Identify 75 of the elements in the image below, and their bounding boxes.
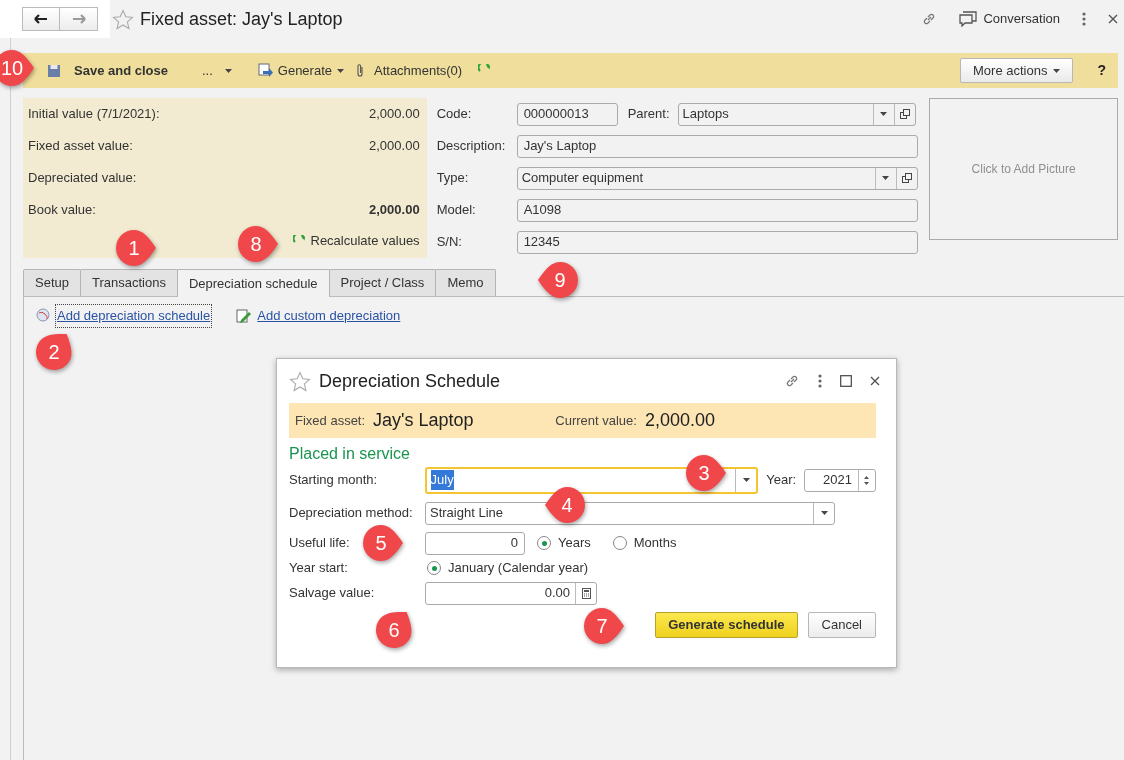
summary-value: 2,000.00 xyxy=(369,137,420,156)
field-label: Model: xyxy=(436,201,477,220)
field-label: Year start: xyxy=(289,560,348,576)
radio-option[interactable]: Years xyxy=(537,533,591,553)
field-label: Useful life: xyxy=(289,535,350,551)
field-label: Type: xyxy=(436,169,470,188)
back-button[interactable] xyxy=(22,7,60,31)
field-label: Salvage value: xyxy=(289,585,375,601)
salvage-value-field[interactable]: 0.00 xyxy=(425,581,597,605)
summary-label: Depreciated value: xyxy=(28,169,137,188)
cancel-button[interactable]: Cancel xyxy=(807,612,876,638)
back-arrow-icon xyxy=(34,14,48,24)
save-icon xyxy=(47,63,61,78)
tab[interactable]: Project / Class xyxy=(328,269,437,296)
calculator-icon xyxy=(581,587,591,599)
summary-value: 2,000.00 xyxy=(369,105,420,124)
section-heading: Placed in service xyxy=(289,444,411,464)
forward-arrow-icon xyxy=(71,14,86,24)
link-icon[interactable] xyxy=(784,373,800,389)
field-label: Starting month: xyxy=(289,472,378,488)
more-options-icon[interactable] xyxy=(1082,12,1086,26)
banner-label: Current value: xyxy=(555,411,637,430)
field-label: S/N: xyxy=(436,233,463,252)
pencil-document-icon xyxy=(236,307,253,324)
tab[interactable]: Depreciation schedule xyxy=(176,269,330,297)
paperclip-icon xyxy=(356,63,364,78)
conversation-button[interactable]: Conversation xyxy=(959,9,1060,29)
summary-label: Book value: xyxy=(28,201,96,220)
radio-option[interactable]: January (Calendar year) xyxy=(427,558,589,578)
tab[interactable]: Transactions xyxy=(80,269,178,296)
up-arrow-icon[interactable] xyxy=(864,475,870,479)
code-field[interactable]: 000000013 xyxy=(516,102,618,126)
type-field[interactable]: Computer equipment xyxy=(516,166,918,190)
field-label: Parent: xyxy=(627,105,670,124)
close-icon[interactable] xyxy=(1108,14,1118,24)
description-field[interactable]: Jay's Laptop xyxy=(516,134,918,158)
more-actions-button[interactable]: More actions xyxy=(960,58,1074,83)
year-field[interactable]: 2021 xyxy=(804,468,876,492)
star-icon[interactable] xyxy=(289,370,311,392)
field-label: Code: xyxy=(436,105,473,124)
banner-value: Jay's Laptop xyxy=(373,409,474,432)
dialog-title: Depreciation Schedule xyxy=(319,369,501,393)
generate-button[interactable]: Generate xyxy=(251,60,350,81)
tab[interactable]: Memo xyxy=(435,269,496,296)
window-title: Fixed asset: Jay's Laptop xyxy=(140,7,343,31)
useful-life-field[interactable]: 0 xyxy=(425,531,525,555)
globe-icon xyxy=(36,307,52,324)
parent-field[interactable]: Laptops xyxy=(677,102,916,126)
more-options-icon[interactable] xyxy=(818,374,822,388)
field-label: Description: xyxy=(436,137,507,156)
recalculate-button[interactable]: Recalculate values xyxy=(292,226,420,256)
summary-value: 2,000.00 xyxy=(369,201,420,220)
sn-field[interactable]: 12345 xyxy=(516,230,918,254)
banner-label: Fixed asset: xyxy=(295,411,366,430)
link[interactable]: Add custom depreciation xyxy=(234,306,403,326)
banner-value: 2,000.00 xyxy=(644,409,715,432)
chat-icon xyxy=(959,11,978,27)
radio-option[interactable]: Months xyxy=(612,533,677,553)
attachments-button[interactable]: Attachments(0) xyxy=(350,60,469,81)
link[interactable]: Add depreciation schedule xyxy=(34,306,213,326)
more-menu-button[interactable]: ... xyxy=(195,60,238,81)
help-button[interactable]: ? xyxy=(1097,60,1106,81)
summary-label: Initial value (7/1/2021): xyxy=(28,105,160,124)
close-icon[interactable] xyxy=(870,376,880,386)
maximize-icon[interactable] xyxy=(840,375,852,387)
model-field[interactable]: A1098 xyxy=(516,198,918,222)
generate-schedule-button[interactable]: Generate schedule xyxy=(655,612,798,638)
summary-label: Fixed asset value: xyxy=(28,137,133,156)
save-and-close-button[interactable]: Save and close xyxy=(41,60,174,81)
tab[interactable]: Setup xyxy=(23,269,81,296)
down-arrow-icon xyxy=(864,481,870,485)
star-icon[interactable] xyxy=(112,8,134,30)
open-window-icon xyxy=(901,173,912,183)
open-window-icon xyxy=(899,109,910,119)
field-label: Year: xyxy=(766,471,797,490)
